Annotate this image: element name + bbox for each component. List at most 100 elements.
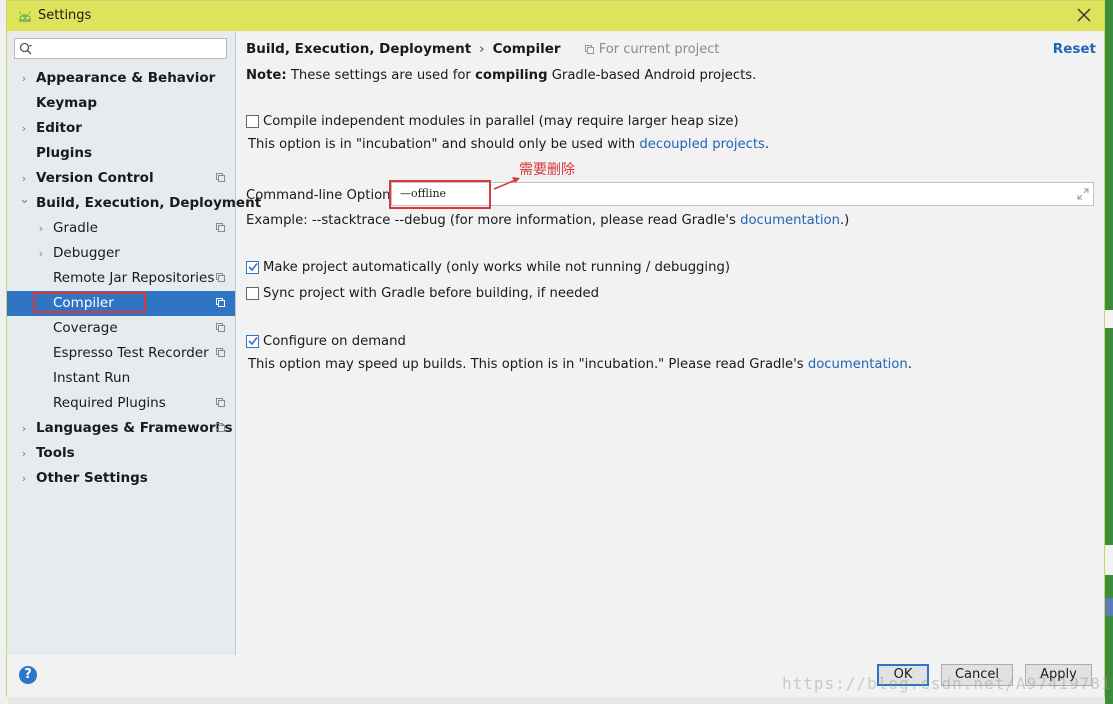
search-input[interactable] [14, 38, 227, 59]
example-hint-end: .) [839, 213, 850, 228]
note-text: Note: These settings are used for compil… [246, 68, 756, 83]
sidebar-item-editor[interactable]: › Editor [7, 116, 235, 141]
sidebar-item-label: Build, Execution, Deployment [36, 195, 262, 211]
make-auto-checkbox[interactable] [246, 261, 259, 274]
chevron-right-icon[interactable]: › [36, 216, 46, 241]
sidebar-item-keymap[interactable]: Keymap [7, 91, 235, 116]
watermark: https://blog.csdn.net/A974197817 [782, 674, 1113, 693]
close-icon[interactable] [1074, 5, 1094, 25]
project-scope-label: For current project [598, 42, 720, 57]
configure-hint-end: . [907, 357, 912, 372]
settings-tree: › Appearance & Behavior Keymap › Editor Plugi… [7, 66, 261, 491]
project-scope-icon [216, 273, 225, 282]
annotation-highlight-box [389, 180, 491, 209]
project-scope-icon [216, 223, 225, 232]
sync-label: Sync project with Gradle before building… [263, 286, 599, 301]
breadcrumb-separator: › [479, 41, 485, 57]
sidebar-item-label: Keymap [36, 95, 98, 111]
reset-link[interactable]: Reset [1053, 41, 1096, 57]
parallel-hint-text: This option is in "incubation" and shoul… [248, 137, 640, 152]
breadcrumb-parent: Build, Execution, Deployment [246, 41, 472, 57]
project-scope-icon [216, 173, 225, 182]
configure-checkbox[interactable] [246, 335, 259, 348]
project-scope-icon [584, 45, 594, 54]
parallel-hint-end: . [764, 137, 770, 152]
sidebar-item-required-plugins[interactable]: Required Plugins [7, 391, 235, 416]
sidebar-item-label: Appearance & Behavior [36, 70, 216, 86]
project-scope-icon [216, 398, 225, 407]
project-scope-icon [216, 423, 225, 432]
parallel-checkbox[interactable] [246, 115, 259, 128]
sidebar-item-label: Other Settings [36, 470, 148, 486]
sidebar-item-label: Espresso Test Recorder [53, 345, 209, 361]
parallel-label: Compile independent modules in parallel … [263, 114, 739, 129]
example-hint: Example: --stacktrace --debug (for more … [246, 213, 849, 228]
sidebar-item-label: Version Control [36, 170, 154, 186]
documentation-link-2[interactable]: documentation [808, 357, 908, 372]
settings-sidebar: › Appearance & Behavior Keymap › Editor Plugi… [7, 31, 261, 655]
decoupled-projects-link[interactable]: decoupled projects [639, 137, 765, 152]
note-prefix: Note: [246, 68, 287, 83]
sidebar-item-label: Gradle [53, 220, 98, 236]
chevron-right-icon[interactable]: › [19, 66, 29, 91]
sidebar-item-label: Plugins [36, 145, 93, 161]
project-scope-icon [216, 323, 225, 332]
project-scope-icon [216, 298, 225, 307]
sidebar-item-compiler[interactable]: Compiler [7, 291, 235, 316]
chevron-right-icon[interactable]: › [19, 466, 29, 491]
background-right [1105, 0, 1113, 704]
title-bar: Settings [7, 1, 1104, 31]
sidebar-item-coverage[interactable]: Coverage [7, 316, 235, 341]
cmd-options-label: Command-line Options: [246, 188, 402, 203]
check-icon [248, 337, 258, 346]
help-icon[interactable]: ? [19, 666, 37, 684]
sidebar-item-other-settings[interactable]: › Other Settings [7, 466, 235, 491]
configure-hint-text: This option may speed up builds. This op… [248, 357, 808, 372]
search-icon [19, 42, 32, 55]
sidebar-item-version-control[interactable]: › Version Control [7, 166, 235, 191]
chevron-right-icon[interactable]: › [19, 166, 29, 191]
project-scope-icon [216, 348, 225, 357]
expand-icon[interactable] [1077, 188, 1089, 200]
sidebar-item-tools[interactable]: › Tools [7, 441, 235, 466]
android-icon [18, 11, 32, 22]
breadcrumb: Build, Execution, Deployment › Compiler Fo… [246, 41, 719, 57]
sidebar-item-debugger[interactable]: › Debugger [7, 241, 235, 266]
chevron-right-icon[interactable]: › [19, 441, 29, 466]
sidebar-item-appearance-behavior[interactable]: › Appearance & Behavior [7, 66, 235, 91]
sidebar-item-instant-run[interactable]: Instant Run [7, 366, 235, 391]
make-auto-label: Make project automatically (only works w… [263, 260, 730, 275]
sidebar-item-label: Required Plugins [53, 395, 166, 411]
sidebar-item-label: Instant Run [53, 370, 131, 386]
note-bold: compiling [475, 68, 548, 83]
chevron-right-icon[interactable]: › [36, 241, 46, 266]
sidebar-item-remote-jar-repositories[interactable]: Remote Jar Repositories [7, 266, 235, 291]
check-icon [248, 263, 258, 272]
parallel-hint: This option is in "incubation" and shoul… [248, 137, 769, 152]
sidebar-item-label: Remote Jar Repositories [53, 270, 215, 286]
breadcrumb-current: Compiler [492, 41, 561, 57]
sidebar-item-label: Tools [36, 445, 75, 461]
chevron-right-icon[interactable]: › [19, 416, 29, 441]
settings-dialog: Settings › Appearance & Behavior Keymap › Ed… [6, 0, 1105, 697]
settings-content: Build, Execution, Deployment › Compiler Fo… [236, 31, 1102, 655]
note-text-2: Gradle-based Android projects. [547, 68, 757, 83]
sidebar-item-espresso-test-recorder[interactable]: Espresso Test Recorder [7, 341, 235, 366]
configure-label: Configure on demand [263, 334, 406, 349]
chevron-down-icon[interactable]: ⌄ [19, 191, 30, 216]
sidebar-item-label: Languages & Frameworks [36, 420, 233, 436]
sidebar-item-languages-frameworks[interactable]: › Languages & Frameworks [7, 416, 235, 441]
chevron-right-icon[interactable]: › [19, 116, 29, 141]
documentation-link-1[interactable]: documentation [740, 213, 840, 228]
sidebar-item-label: Debugger [53, 245, 120, 261]
sync-checkbox[interactable] [246, 287, 259, 300]
sidebar-item-plugins[interactable]: Plugins [7, 141, 235, 166]
window-title: Settings [38, 8, 92, 23]
annotation-text: 需要删除 [519, 162, 575, 178]
annotation-selection-box [33, 292, 146, 313]
configure-hint: This option may speed up builds. This op… [248, 357, 912, 372]
sidebar-item-gradle[interactable]: › Gradle [7, 216, 235, 241]
sidebar-item-label: Coverage [53, 320, 118, 336]
note-text-1: These settings are used for [286, 68, 476, 83]
sidebar-item-build-execution-deployment[interactable]: ⌄ Build, Execution, Deployment [7, 191, 261, 216]
